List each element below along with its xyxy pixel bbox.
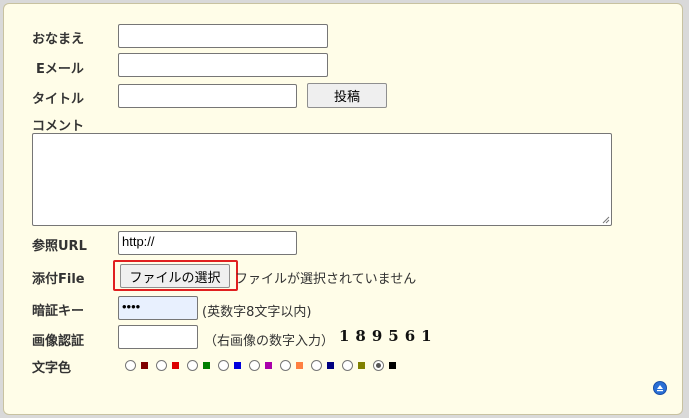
post-form-panel: おなまえ Eメール タイトル 投稿 コメント 参照URL http:// 添付F… [3, 3, 683, 415]
color-swatch [389, 362, 396, 369]
title-label: タイトル [32, 92, 85, 107]
post-button[interactable]: 投稿 [307, 83, 387, 108]
color-radio[interactable] [218, 360, 229, 371]
color-label: 文字色 [32, 361, 72, 376]
color-option[interactable] [311, 360, 334, 371]
captcha-input[interactable] [118, 325, 198, 349]
file-label: 添付File [32, 272, 85, 287]
color-swatch [265, 362, 272, 369]
color-option[interactable] [249, 360, 272, 371]
color-swatch [172, 362, 179, 369]
file-select-button[interactable]: ファイルの選択 [120, 264, 230, 288]
color-option[interactable] [373, 360, 396, 371]
color-option[interactable] [125, 360, 148, 371]
arrow-up-circle-icon[interactable] [653, 381, 667, 395]
name-input[interactable] [118, 24, 328, 48]
color-options [125, 360, 404, 371]
color-swatch [296, 362, 303, 369]
color-radio[interactable] [249, 360, 260, 371]
color-option[interactable] [187, 360, 210, 371]
color-option[interactable] [280, 360, 303, 371]
url-input[interactable]: http:// [118, 231, 297, 255]
color-swatch [141, 362, 148, 369]
color-swatch [358, 362, 365, 369]
title-input[interactable] [118, 84, 297, 108]
color-radio[interactable] [125, 360, 136, 371]
color-option[interactable] [342, 360, 365, 371]
captcha-label: 画像認証 [32, 334, 85, 349]
file-status-text: ファイルが選択されていません [235, 272, 417, 287]
color-swatch [203, 362, 210, 369]
color-radio[interactable] [280, 360, 291, 371]
color-radio[interactable] [187, 360, 198, 371]
email-input[interactable] [118, 53, 328, 77]
color-option[interactable] [218, 360, 241, 371]
name-label: おなまえ [32, 32, 85, 47]
color-radio[interactable] [373, 360, 384, 371]
arrow-up-glyph-icon [657, 385, 663, 392]
color-radio[interactable] [156, 360, 167, 371]
color-swatch [234, 362, 241, 369]
url-label: 参照URL [32, 239, 87, 254]
password-label: 暗証キー [32, 304, 85, 319]
resize-grip-icon[interactable] [602, 216, 610, 224]
color-radio[interactable] [311, 360, 322, 371]
email-label: Eメール [36, 62, 84, 77]
color-radio[interactable] [342, 360, 353, 371]
color-option[interactable] [156, 360, 179, 371]
password-hint: (英数字8文字以内) [202, 305, 312, 320]
comment-label: コメント [32, 119, 85, 134]
password-input[interactable]: •••• [118, 296, 198, 320]
color-swatch [327, 362, 334, 369]
captcha-image: 189561 [339, 327, 438, 345]
comment-textarea[interactable] [32, 133, 612, 226]
captcha-hint: （右画像の数字入力） [204, 334, 335, 349]
